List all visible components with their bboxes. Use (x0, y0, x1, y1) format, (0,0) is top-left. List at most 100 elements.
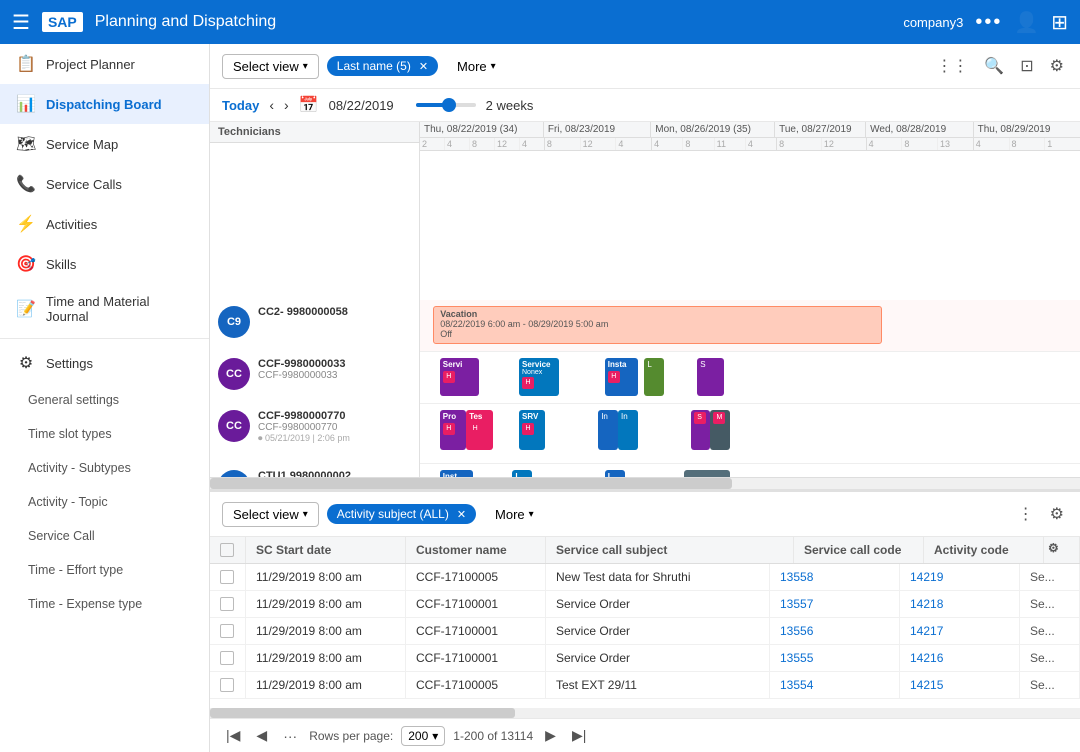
next-page-button[interactable]: ▶ (541, 725, 560, 746)
top-nav: ☰ SAP Planning and Dispatching company3 … (0, 0, 1080, 44)
first-page-button[interactable]: |◀ (222, 725, 244, 746)
col-header-code[interactable]: Service call code (794, 537, 924, 563)
row-check-2[interactable] (210, 618, 246, 644)
sidebar-item-activities[interactable]: ⚡ Activities (0, 204, 209, 244)
row-check-4[interactable] (210, 672, 246, 698)
sidebar-label-general-settings: General settings (28, 393, 119, 407)
table-gear-icon[interactable]: ⚙ (1046, 500, 1068, 528)
activity-block[interactable]: M (710, 410, 730, 450)
table-select-view-button[interactable]: Select view ▾ (222, 502, 319, 527)
table-overflow-icon[interactable]: ⋮ (1014, 500, 1038, 528)
apps-icon[interactable]: ⊞ (1051, 10, 1068, 35)
more-icon[interactable]: ••• (975, 11, 1002, 34)
activity-block[interactable]: Inst H (440, 470, 473, 478)
row-code-1[interactable]: 13557 (770, 591, 900, 617)
gantt-overflow-icon[interactable]: ⋮⋮ (932, 52, 972, 80)
activity-block[interactable]: Pro H (440, 410, 466, 450)
row-extra-4: Se... (1020, 672, 1080, 698)
activity-block[interactable]: Insta H (605, 358, 638, 396)
last-page-button[interactable]: ▶| (568, 725, 590, 746)
week-slider[interactable] (416, 103, 476, 107)
rows-per-page-select[interactable]: 200 ▾ (401, 726, 445, 746)
row-check-3[interactable] (210, 645, 246, 671)
prev-page-button[interactable]: ◀ (252, 725, 271, 746)
table-scrollbar-thumb[interactable] (210, 708, 515, 718)
gantt-filter-chip[interactable]: Last name (5) ✕ (327, 56, 438, 76)
sidebar-item-time-expense-type[interactable]: Time - Expense type (0, 587, 209, 621)
footer-more-button[interactable]: ··· (279, 726, 301, 746)
activity-block[interactable]: I H (605, 470, 625, 478)
sidebar-item-service-calls[interactable]: 📞 Service Calls (0, 164, 209, 204)
today-button[interactable]: Today (222, 98, 259, 113)
sidebar-item-time-material[interactable]: 📝 Time and Material Journal (0, 284, 209, 334)
sidebar-label-time-slot-types: Time slot types (28, 427, 112, 441)
sidebar-item-time-effort-type[interactable]: Time - Effort type (0, 553, 209, 587)
gantt-more-arrow: ▾ (491, 61, 496, 72)
activity-block[interactable]: Service Nonex H (519, 358, 559, 396)
row-activity-4[interactable]: 14215 (900, 672, 1020, 698)
table-scrollbar[interactable] (210, 708, 1080, 718)
row-activity-0[interactable]: 14219 (900, 564, 1020, 590)
activity-block[interactable]: Servi H (440, 358, 480, 396)
col-header-customer[interactable]: Customer name (406, 537, 546, 563)
table-more-button[interactable]: More ▾ (484, 502, 545, 527)
sidebar-item-service-call-sub[interactable]: Service Call (0, 519, 209, 553)
activity-block[interactable]: In (598, 410, 618, 450)
sidebar-item-settings[interactable]: ⚙ Settings (0, 343, 209, 383)
gantt-more-button[interactable]: More ▾ (446, 54, 507, 79)
row-code-0[interactable]: 13558 (770, 564, 900, 590)
activities-icon: ⚡ (16, 214, 36, 234)
col-header-start-date[interactable]: SC Start date (246, 537, 406, 563)
settings-icon: ⚙ (16, 353, 36, 373)
row-activity-3[interactable]: 14216 (900, 645, 1020, 671)
row-extra-0: Se... (1020, 564, 1080, 590)
sidebar-item-activity-topic[interactable]: Activity - Topic (0, 485, 209, 519)
gantt-select-view-button[interactable]: Select view ▾ (222, 54, 319, 79)
gantt-fullscreen-icon[interactable]: ⊡ (1016, 52, 1037, 80)
row-activity-2[interactable]: 14217 (900, 618, 1020, 644)
table-filter-chip[interactable]: Activity subject (ALL) ✕ (327, 504, 476, 524)
col-settings-icon[interactable]: ⚙ (1044, 537, 1080, 563)
row-check-1[interactable] (210, 591, 246, 617)
activity-block[interactable]: L (644, 358, 664, 396)
gantt-scrollbar-thumb[interactable] (210, 478, 732, 489)
row-code-2[interactable]: 13556 (770, 618, 900, 644)
gantt-filter-close-icon[interactable]: ✕ (419, 60, 428, 73)
calendar-icon[interactable]: 📅 (299, 95, 319, 115)
sidebar-item-project-planner[interactable]: 📋 Project Planner (0, 44, 209, 84)
hour-cell: 2 (420, 138, 445, 150)
activity-block[interactable]: S (691, 410, 711, 450)
user-avatar-icon[interactable]: 👤 (1014, 10, 1039, 35)
sidebar-item-time-slot-types[interactable]: Time slot types (0, 417, 209, 451)
gantt-scrollbar[interactable] (210, 477, 1080, 489)
prev-arrow-button[interactable]: ‹ (269, 97, 274, 113)
hamburger-icon[interactable]: ☰ (12, 10, 30, 35)
activity-block[interactable]: In (618, 410, 638, 450)
row-code-3[interactable]: 13555 (770, 645, 900, 671)
gantt-search-icon[interactable]: 🔍 (980, 52, 1008, 80)
tech-sub-3: CCF-9980000770 (258, 422, 350, 433)
gantt-settings-icon[interactable]: ⚙ (1046, 52, 1068, 80)
col-header-subject[interactable]: Service call subject (546, 537, 794, 563)
header-checkbox[interactable] (220, 543, 234, 557)
gantt-toolbar: Select view ▾ Last name (5) ✕ More ▾ ⋮⋮ … (210, 44, 1080, 89)
sidebar-item-activity-subtypes[interactable]: Activity - Subtypes (0, 451, 209, 485)
tech-avatar-4: C9 (218, 470, 250, 478)
activity-block[interactable] (684, 470, 730, 478)
row-check-0[interactable] (210, 564, 246, 590)
table-filter-close-icon[interactable]: ✕ (457, 508, 466, 521)
col-header-activity[interactable]: Activity code (924, 537, 1044, 563)
sidebar-item-general-settings[interactable]: General settings (0, 383, 209, 417)
activity-block[interactable]: I H (512, 470, 532, 478)
activity-block[interactable]: S (697, 358, 723, 396)
sidebar-label-activity-topic: Activity - Topic (28, 495, 108, 509)
activity-block[interactable]: Tes H (466, 410, 492, 450)
hour-cell: 4 (445, 138, 470, 150)
row-activity-1[interactable]: 14218 (900, 591, 1020, 617)
sidebar-item-dispatching-board[interactable]: 📊 Dispatching Board (0, 84, 209, 124)
row-code-4[interactable]: 13554 (770, 672, 900, 698)
sidebar-item-skills[interactable]: 🎯 Skills (0, 244, 209, 284)
next-arrow-button[interactable]: › (284, 97, 289, 113)
activity-block[interactable]: SRV H (519, 410, 545, 450)
sidebar-item-service-map[interactable]: 🗺 Service Map (0, 124, 209, 164)
